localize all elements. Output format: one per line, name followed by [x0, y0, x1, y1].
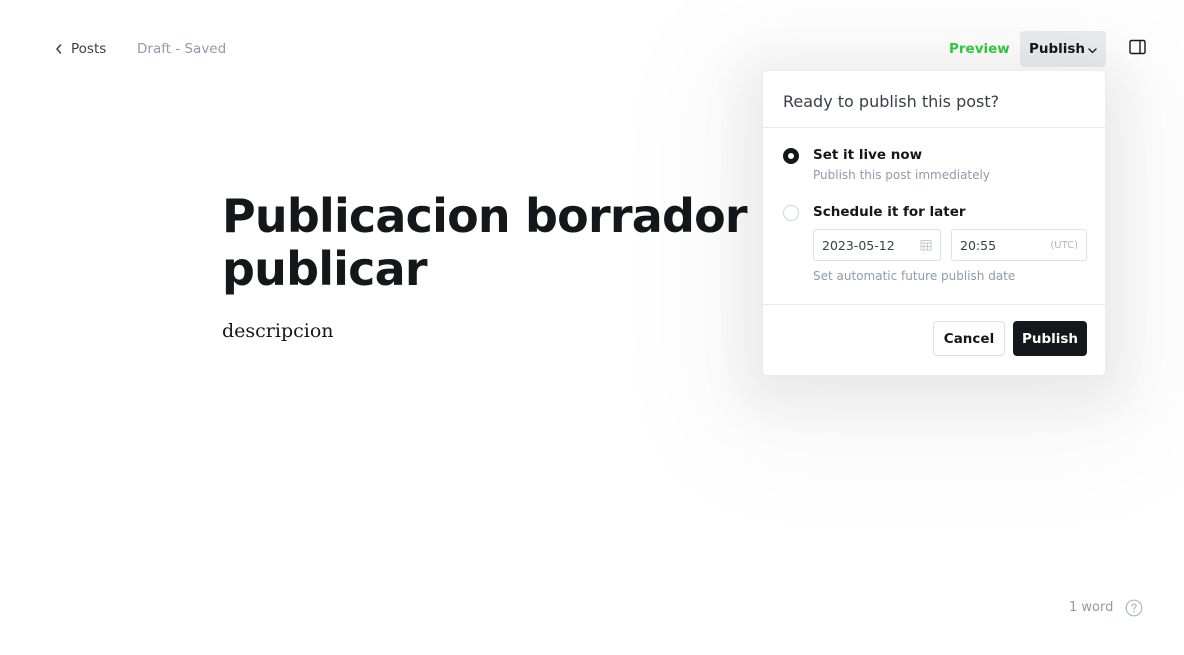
chevron-down-icon	[1088, 47, 1097, 53]
publish-now-subtitle: Publish this post immediately	[813, 168, 990, 182]
back-to-posts-link[interactable]: Posts	[55, 40, 106, 58]
chevron-left-icon	[56, 44, 62, 54]
sidebar-toggle-icon[interactable]	[1129, 39, 1147, 56]
schedule-time-value: 20:55	[960, 237, 997, 253]
publish-button[interactable]: Publish	[1013, 321, 1087, 356]
schedule-radio[interactable]	[783, 205, 799, 221]
post-body[interactable]: descripcion	[222, 320, 334, 342]
publish-menu-label: Publish	[1028, 41, 1086, 57]
cancel-button[interactable]: Cancel	[933, 321, 1005, 356]
publish-menu-button[interactable]: Publish	[1020, 31, 1106, 67]
calendar-icon	[920, 240, 932, 251]
publish-popover-heading: Ready to publish this post?	[763, 71, 1105, 128]
publish-now-radio[interactable]	[783, 148, 799, 164]
back-link-label: Posts	[71, 41, 107, 57]
schedule-time-input[interactable]: 20:55 (UTC)	[951, 229, 1087, 261]
word-count: 1 word	[1069, 600, 1114, 615]
preview-button[interactable]: Preview	[949, 41, 1010, 57]
schedule-hint: Set automatic future publish date	[813, 269, 1016, 283]
save-status: Draft - Saved	[137, 41, 227, 57]
publish-now-title[interactable]: Set it live now	[813, 147, 922, 163]
schedule-date-input[interactable]: 2023-05-12	[813, 229, 941, 261]
popover-divider	[763, 304, 1105, 305]
publish-popover: Ready to publish this post? Set it live …	[762, 70, 1106, 376]
timezone-label: (UTC)	[1050, 239, 1078, 251]
schedule-date-value: 2023-05-12	[822, 237, 895, 253]
help-icon[interactable]	[1125, 599, 1143, 617]
schedule-title[interactable]: Schedule it for later	[813, 204, 966, 220]
